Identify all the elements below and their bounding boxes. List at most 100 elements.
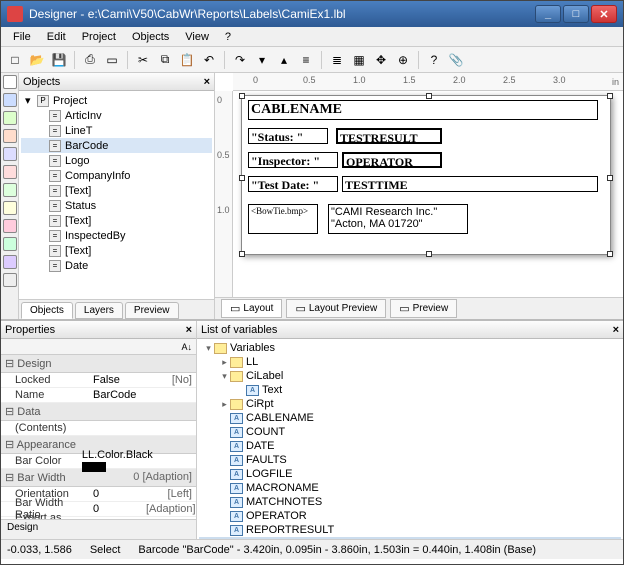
view-tab-layout[interactable]: ▭Layout: [221, 299, 282, 318]
undo-icon[interactable]: ↶: [199, 50, 219, 70]
menu-file[interactable]: File: [5, 29, 39, 45]
properties-close-icon[interactable]: ×: [186, 324, 192, 336]
variable-item[interactable]: ASERIAL: [199, 537, 621, 539]
cut-icon[interactable]: ✂: [133, 50, 153, 70]
field-company[interactable]: "CAMI Research Inc." "Acton, MA 01720": [328, 204, 468, 234]
tab-layers[interactable]: Layers: [75, 302, 123, 319]
rtf-tool-icon[interactable]: [3, 273, 17, 287]
image-tool-icon[interactable]: [3, 183, 17, 197]
ellipse-tool-icon[interactable]: [3, 129, 17, 143]
variable-item[interactable]: AMATCHNOTES: [199, 495, 621, 509]
tree-item[interactable]: =CompanyInfo: [21, 168, 212, 183]
chart-tool-icon[interactable]: [3, 219, 17, 233]
variable-item[interactable]: AMACRONAME: [199, 481, 621, 495]
attach-icon[interactable]: 📎: [446, 50, 466, 70]
tree-item[interactable]: =ArticInv: [21, 108, 212, 123]
field-inspector-label[interactable]: "Inspector: ": [248, 152, 338, 168]
field-inspector-value[interactable]: OPERATOR: [342, 152, 442, 168]
variable-item[interactable]: ▾Variables: [199, 341, 621, 355]
prop-group[interactable]: ⊟ Data: [1, 403, 196, 421]
field-image-placeholder[interactable]: <BowTie.bmp>: [248, 204, 318, 234]
gauge-tool-icon[interactable]: [3, 237, 17, 251]
view-tab-preview[interactable]: ▭Preview: [390, 299, 457, 318]
tree-root[interactable]: ▾PProject: [21, 93, 212, 108]
variable-item[interactable]: AOPERATOR: [199, 509, 621, 523]
label-canvas[interactable]: CABLENAME "Status: " TESTRESULT "Inspect…: [241, 95, 611, 255]
field-testdate-value[interactable]: TESTTIME: [342, 176, 598, 192]
tab-preview[interactable]: Preview: [125, 302, 179, 319]
line-tool-icon[interactable]: [3, 147, 17, 161]
copy-icon[interactable]: ⧉: [155, 50, 175, 70]
barcode-tool-icon[interactable]: [3, 165, 17, 179]
text-tool-icon[interactable]: [3, 93, 17, 107]
align-l-icon[interactable]: ≡: [296, 50, 316, 70]
print-icon[interactable]: ⎙: [80, 50, 100, 70]
menu-edit[interactable]: Edit: [39, 29, 74, 45]
variables-tree[interactable]: ▾Variables▸LL▾CiLabelAText▸CiRptACABLENA…: [197, 339, 623, 539]
tree-item[interactable]: =BarCode: [21, 138, 212, 153]
send-back-icon[interactable]: ▾: [252, 50, 272, 70]
ruler-horizontal: in 00.51.01.52.02.53.0: [233, 73, 623, 91]
menu-view[interactable]: View: [177, 29, 217, 45]
variable-item[interactable]: AREPORTRESULT: [199, 523, 621, 537]
variable-item[interactable]: AFAULTS: [199, 453, 621, 467]
prop-row[interactable]: LockedFalse[No]: [1, 373, 196, 388]
close-button[interactable]: ✕: [591, 5, 617, 23]
table-tool-icon[interactable]: [3, 201, 17, 215]
tree-item[interactable]: =Logo: [21, 153, 212, 168]
properties-toolbar: A↓: [1, 339, 196, 355]
menu-?[interactable]: ?: [217, 29, 239, 45]
tree-item[interactable]: =[Text]: [21, 213, 212, 228]
sort-az-icon[interactable]: A↓: [181, 342, 192, 352]
object-tree[interactable]: ▾PProject=ArticInv=LineT=BarCode=Logo=Co…: [19, 91, 214, 299]
field-status-value[interactable]: TESTRESULT: [336, 128, 442, 144]
variable-item[interactable]: ▸LL: [199, 355, 621, 369]
variable-item[interactable]: ▸CiRpt: [199, 397, 621, 411]
save-icon[interactable]: 💾: [49, 50, 69, 70]
tab-objects[interactable]: Objects: [21, 302, 73, 319]
paste-icon[interactable]: 📋: [177, 50, 197, 70]
variable-item[interactable]: ACABLENAME: [199, 411, 621, 425]
variable-item[interactable]: AText: [199, 383, 621, 397]
tree-item[interactable]: =[Text]: [21, 183, 212, 198]
prop-row[interactable]: NameBarCode: [1, 388, 196, 403]
objects-panel-close-icon[interactable]: ×: [204, 76, 210, 88]
redo-icon[interactable]: ↷: [230, 50, 250, 70]
variable-item[interactable]: ACOUNT: [199, 425, 621, 439]
page-icon[interactable]: ▭: [102, 50, 122, 70]
prop-row[interactable]: Bar ColorLL.Color.Black: [1, 454, 196, 469]
view-tab-layout-preview[interactable]: ▭Layout Preview: [286, 299, 386, 318]
pointer-tool-icon[interactable]: [3, 75, 17, 89]
prop-row[interactable]: (Contents): [1, 421, 196, 436]
align-r-icon[interactable]: ≣: [327, 50, 347, 70]
variables-close-icon[interactable]: ×: [613, 324, 619, 336]
help-icon[interactable]: ?: [424, 50, 444, 70]
title-bar: Designer - e:\Cami\V50\CabWr\Reports\Lab…: [1, 1, 623, 27]
variable-item[interactable]: ▾CiLabel: [199, 369, 621, 383]
variables-panel: List of variables × ▾Variables▸LL▾CiLabe…: [197, 321, 623, 539]
field-status-label[interactable]: "Status: ": [248, 128, 328, 144]
variable-item[interactable]: ADATE: [199, 439, 621, 453]
rect-tool-icon[interactable]: [3, 111, 17, 125]
tree-item[interactable]: =InspectedBy: [21, 228, 212, 243]
tree-item[interactable]: =Date: [21, 258, 212, 273]
field-testdate-label[interactable]: "Test Date: ": [248, 176, 338, 192]
variable-item[interactable]: ALOGFILE: [199, 467, 621, 481]
zoom-icon[interactable]: ⊕: [393, 50, 413, 70]
open-icon[interactable]: 📂: [27, 50, 47, 70]
maximize-button[interactable]: □: [563, 5, 589, 23]
menu-project[interactable]: Project: [74, 29, 124, 45]
minimize-button[interactable]: _: [535, 5, 561, 23]
tree-item[interactable]: =Status: [21, 198, 212, 213]
properties-grid[interactable]: ⊟ DesignLockedFalse[No]NameBarCode⊟ Data…: [1, 355, 196, 519]
grid-icon[interactable]: ▦: [349, 50, 369, 70]
menu-objects[interactable]: Objects: [124, 29, 177, 45]
tree-item[interactable]: =LineT: [21, 123, 212, 138]
field-cablename[interactable]: CABLENAME: [248, 100, 598, 120]
tree-item[interactable]: =[Text]: [21, 243, 212, 258]
bring-front-icon[interactable]: ▴: [274, 50, 294, 70]
new-icon[interactable]: □: [5, 50, 25, 70]
snap-icon[interactable]: ✥: [371, 50, 391, 70]
prop-group[interactable]: ⊟ Design: [1, 355, 196, 373]
html-tool-icon[interactable]: [3, 255, 17, 269]
